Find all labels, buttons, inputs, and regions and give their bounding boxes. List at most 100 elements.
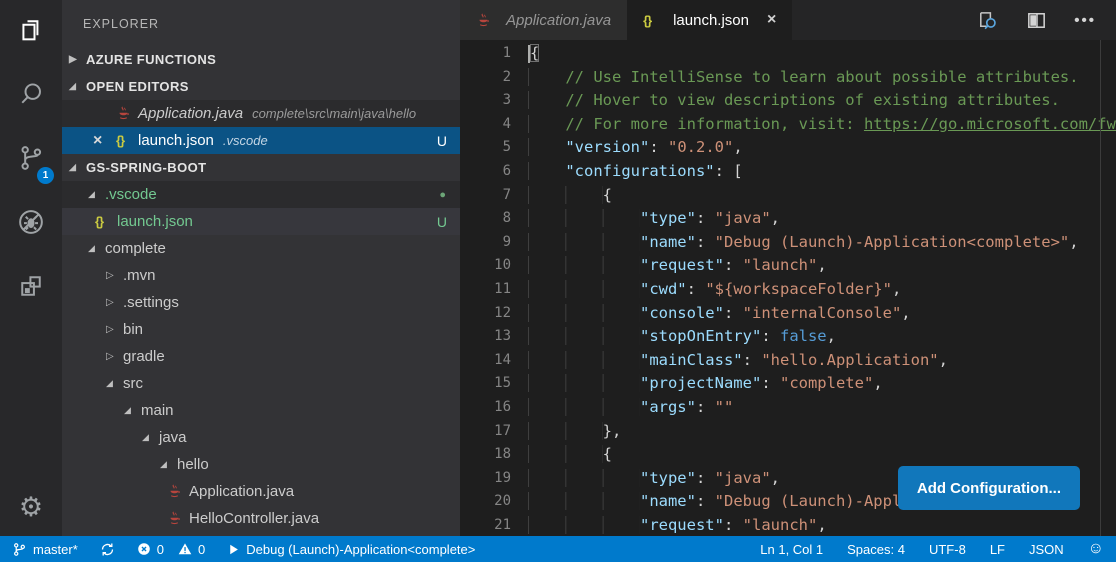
explorer-sidebar: EXPLORER ▶AZURE FUNCTIONS◢OPEN EDITORSAp… [62,0,460,536]
open-editor-item-launch-json[interactable]: ×{}launch.json.vscodeU [62,127,460,154]
tree-item-src[interactable]: ◢src [62,370,460,397]
line-number: 13 [460,325,528,349]
tree-item-label: .mvn [123,267,156,284]
section-header-gs-spring-boot[interactable]: ◢GS-SPRING-BOOT [62,154,460,181]
tab-application-java[interactable]: Application.java [460,0,627,40]
explorer-rows: ▶AZURE FUNCTIONS◢OPEN EDITORSApplication… [62,46,460,532]
code-line: 9 "name": "Debug (Launch)-Application<co… [460,231,1116,255]
code-line-text: "version": "0.2.0", [528,136,743,160]
manage-settings-button[interactable]: ⚙ [0,478,62,536]
code-line: 16 "args": "" [460,396,1116,420]
code-line-text: "request": "launch", [528,254,827,278]
source-control-activity-button[interactable]: 1 [0,128,62,192]
sync-icon [100,542,115,557]
more-actions-icon[interactable]: ••• [1074,12,1096,29]
overview-ruler-border [1100,40,1101,536]
line-number: 19 [460,467,528,491]
tree-item-main[interactable]: ◢main [62,397,460,424]
debug-activity-button[interactable] [0,192,62,256]
section-header-azure-functions[interactable]: ▶AZURE FUNCTIONS [62,46,460,73]
open-editor-path: complete\src\main\java\hello [252,106,416,121]
tree-item-label: .vscode [105,186,157,203]
java-file-icon [167,484,189,499]
line-number: 21 [460,514,528,536]
chevron-expanded-icon: ◢ [69,81,86,92]
search-activity-button[interactable] [0,64,62,128]
code-line-text: { [528,42,539,66]
line-number: 20 [460,490,528,514]
tree-item-bin[interactable]: ▷bin [62,316,460,343]
line-number: 15 [460,372,528,396]
tree-item-hello[interactable]: ◢hello [62,451,460,478]
error-count: 0 [157,542,164,557]
line-number: 1 [460,42,528,66]
tree-item-application-java[interactable]: Application.java [62,478,460,505]
play-icon [227,543,240,556]
tab-bar: Application.java {} launch.json × [460,0,1116,40]
tree-item-label: launch.json [117,213,193,230]
sidebar-title: EXPLORER [62,0,460,46]
code-line-text: { [528,443,612,467]
tree-item-label: bin [123,321,143,338]
feedback-smiley[interactable]: ☺ [1088,541,1104,557]
debug-launch-indicator[interactable]: Debug (Launch)-Application<complete> [227,542,475,557]
indentation-indicator[interactable]: Spaces: 4 [847,542,905,557]
tree-item-complete[interactable]: ◢complete [62,235,460,262]
git-branch-indicator[interactable]: master* [12,542,78,557]
tree-item-label: main [141,402,174,419]
git-branch-icon [12,542,27,557]
chevron-collapsed-icon: ▷ [106,270,123,281]
tree-item--settings[interactable]: ▷.settings [62,289,460,316]
sync-indicator[interactable] [100,542,115,557]
line-number: 9 [460,231,528,255]
tree-item-label: java [159,429,187,446]
source-control-badge: 1 [37,167,54,184]
tree-item-hellocontroller-java[interactable]: HelloController.java [62,505,460,532]
untracked-badge: U [437,133,447,149]
tree-item-gradle[interactable]: ▷gradle [62,343,460,370]
explorer-activity-button[interactable] [0,0,62,64]
code-line-text: "mainClass": "hello.Application", [528,349,948,373]
line-number: 10 [460,254,528,278]
status-text: Ln 1, Col 1 [760,542,823,557]
tab-launch-json[interactable]: {} launch.json × [627,0,792,40]
problems-indicator[interactable]: 00 [137,542,205,557]
eol-indicator[interactable]: LF [990,542,1005,557]
code-line: 11 "cwd": "${workspaceFolder}", [460,278,1116,302]
code-line: 15 "projectName": "complete", [460,372,1116,396]
tree-item--mvn[interactable]: ▷.mvn [62,262,460,289]
chevron-expanded-icon: ◢ [88,189,105,200]
code-line-text: "type": "java", [528,467,780,491]
extensions-activity-button[interactable] [0,256,62,320]
split-editor-icon[interactable] [1025,9,1048,32]
extensions-icon [17,272,45,305]
line-number: 7 [460,184,528,208]
status-text: LF [990,542,1005,557]
tree-item-java[interactable]: ◢java [62,424,460,451]
chevron-expanded-icon: ◢ [124,405,141,416]
open-editor-item-application-java[interactable]: Application.javacomplete\src\main\java\h… [62,100,460,127]
line-number: 2 [460,66,528,90]
close-tab-icon[interactable]: × [767,11,776,29]
tree-item-launch-json[interactable]: {}launch.jsonU [62,208,460,235]
cursor-position[interactable]: Ln 1, Col 1 [760,542,823,557]
search-icon [17,80,45,113]
code-editor[interactable]: 1{2 // Use IntelliSense to learn about p… [460,40,1116,536]
language-mode-indicator[interactable]: JSON [1029,542,1064,557]
tab-label: launch.json [673,12,749,29]
code-line-text: // Hover to view descriptions of existin… [528,89,1060,113]
java-file-icon [116,106,138,121]
tree-item--vscode[interactable]: ◢.vscode● [62,181,460,208]
open-editor-label: launch.json [138,132,214,149]
find-file-icon[interactable] [976,9,999,32]
code-link[interactable]: https://go.microsoft.com/fwlink/?linkid=… [864,115,1116,133]
section-header-open-editors[interactable]: ◢OPEN EDITORS [62,73,460,100]
close-editor-icon[interactable]: × [93,132,116,150]
encoding-indicator[interactable]: UTF-8 [929,542,966,557]
activity-bar: 1 [0,0,62,536]
json-file-icon: {} [95,214,117,229]
code-line-text: "args": "" [528,396,733,420]
code-line-text: "type": "java", [528,207,780,231]
gear-icon: ⚙ [19,494,43,521]
add-configuration-button[interactable]: Add Configuration... [898,466,1080,510]
